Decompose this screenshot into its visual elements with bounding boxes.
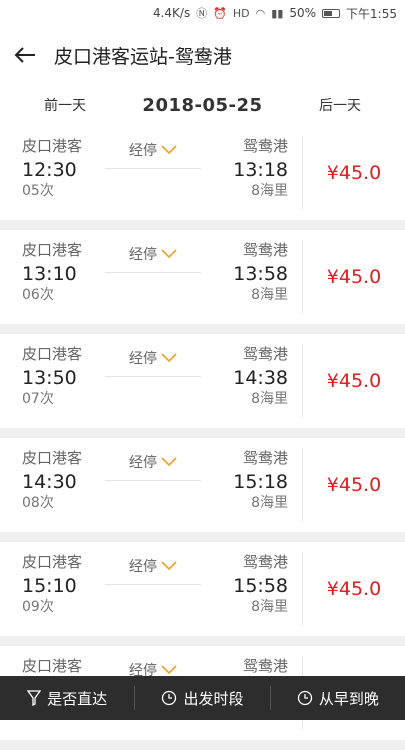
chevron-down-icon	[161, 249, 177, 259]
route-line	[105, 272, 201, 273]
distance: 8海里	[206, 494, 288, 512]
stops-toggle[interactable]: 经停	[129, 140, 177, 160]
stops-toggle[interactable]: 经停	[129, 452, 177, 472]
departure-station: 皮口港客	[22, 448, 100, 468]
distance: 8海里	[206, 286, 288, 304]
nfc-icon: Ⓝ	[196, 5, 207, 21]
stops-label: 经停	[129, 452, 157, 472]
direct-filter-button[interactable]: 是否直达	[0, 676, 134, 720]
trip-number: 06次	[22, 286, 100, 304]
back-button[interactable]	[14, 41, 42, 69]
departure-station: 皮口港客	[22, 240, 100, 260]
direct-filter-label: 是否直达	[47, 688, 107, 709]
clock-icon	[161, 690, 177, 706]
trip-number: 08次	[22, 494, 100, 512]
distance: 8海里	[206, 182, 288, 200]
arrival-station: 鸳鸯港	[206, 552, 288, 572]
sort-button[interactable]: 从早到晚	[271, 676, 405, 720]
arrival-station: 鸳鸯港	[206, 344, 288, 364]
chevron-down-icon	[161, 145, 177, 155]
departure-station: 皮口港客	[22, 344, 100, 364]
distance: 8海里	[206, 390, 288, 408]
ticket-price: ¥45.0	[327, 474, 381, 496]
battery-icon	[322, 9, 340, 18]
departure-time: 13:10	[22, 262, 100, 286]
route-line	[105, 168, 201, 169]
wifi-icon: ◠	[256, 7, 266, 20]
ticket-price: ¥45.0	[327, 578, 381, 600]
clock-icon	[297, 690, 313, 706]
ticket-price: ¥45.0	[327, 162, 381, 184]
chevron-down-icon	[161, 561, 177, 571]
departure-station: 皮口港客	[22, 552, 100, 572]
arrival-station: 鸳鸯港	[206, 656, 288, 676]
arrow-left-icon	[14, 46, 36, 64]
departure-time: 15:10	[22, 574, 100, 598]
departure-time: 14:30	[22, 470, 100, 494]
arrival-time: 13:18	[206, 158, 288, 182]
stops-label: 经停	[129, 140, 157, 160]
route-line	[105, 376, 201, 377]
clock: 下午1:55	[346, 5, 397, 22]
stops-label: 经停	[129, 244, 157, 264]
bottom-filter-bar: 是否直达 出发时段 从早到晚	[0, 676, 405, 720]
alarm-icon: ⏰	[213, 7, 227, 20]
chevron-down-icon	[161, 353, 177, 363]
departure-station: 皮口港客	[22, 656, 100, 676]
trip-card[interactable]: 皮口港客 14:30 08次 经停 鸳鸯港 15:18 8海里 ¥45.0	[0, 438, 405, 532]
arrival-time: 15:18	[206, 470, 288, 494]
arrival-station: 鸳鸯港	[206, 136, 288, 156]
distance: 8海里	[206, 598, 288, 616]
route-line	[105, 480, 201, 481]
chevron-down-icon	[161, 457, 177, 467]
departure-period-button[interactable]: 出发时段	[135, 676, 269, 720]
page-title: 皮口港客运站-鸳鸯港	[54, 42, 232, 69]
departure-period-label: 出发时段	[183, 688, 243, 709]
trip-list: 皮口港客 12:30 05次 经停 鸳鸯港 13:18 8海里 ¥45.0 皮口…	[0, 126, 405, 750]
hd-icon: HD	[233, 7, 250, 20]
arrival-time: 14:38	[206, 366, 288, 390]
ticket-price: ¥45.0	[327, 266, 381, 288]
stops-toggle[interactable]: 经停	[129, 348, 177, 368]
stops-label: 经停	[129, 348, 157, 368]
next-day-button[interactable]: 后一天	[319, 95, 361, 115]
departure-time: 12:30	[22, 158, 100, 182]
stops-toggle[interactable]: 经停	[129, 244, 177, 264]
sort-label: 从早到晚	[319, 688, 379, 709]
arrival-station: 鸳鸯港	[206, 448, 288, 468]
prev-day-button[interactable]: 前一天	[44, 95, 86, 115]
trip-card[interactable]: 皮口港客 13:50 07次 经停 鸳鸯港 14:38 8海里 ¥45.0	[0, 334, 405, 428]
trip-card[interactable]: 皮口港客 13:10 06次 经停 鸳鸯港 13:58 8海里 ¥45.0	[0, 230, 405, 324]
route-line	[105, 584, 201, 585]
departure-station: 皮口港客	[22, 136, 100, 156]
arrival-time: 13:58	[206, 262, 288, 286]
stops-toggle[interactable]: 经停	[129, 556, 177, 576]
trip-number: 09次	[22, 598, 100, 616]
trip-card[interactable]: 皮口港客 15:10 09次 经停 鸳鸯港 15:58 8海里 ¥45.0	[0, 542, 405, 636]
departure-time: 13:50	[22, 366, 100, 390]
trip-number: 07次	[22, 390, 100, 408]
filter-icon	[27, 690, 41, 706]
trip-card[interactable]: 皮口港客 12:30 05次 经停 鸳鸯港 13:18 8海里 ¥45.0	[0, 126, 405, 220]
current-date: 2018-05-25	[142, 95, 262, 116]
signal-icon: ▮▮	[271, 7, 283, 20]
trip-number: 05次	[22, 182, 100, 200]
network-speed: 4.4K/s	[153, 6, 190, 20]
status-bar: 4.4K/s Ⓝ ⏰ HD ◠ ▮▮ 50% 下午1:55	[0, 0, 405, 26]
ticket-price: ¥45.0	[327, 370, 381, 392]
stops-label: 经停	[129, 556, 157, 576]
date-navigation: 前一天 2018-05-25 后一天	[0, 84, 405, 126]
arrival-station: 鸳鸯港	[206, 240, 288, 260]
arrival-time: 15:58	[206, 574, 288, 598]
chevron-down-icon	[161, 665, 177, 675]
battery-percent: 50%	[289, 6, 316, 20]
title-bar: 皮口港客运站-鸳鸯港	[0, 26, 405, 84]
